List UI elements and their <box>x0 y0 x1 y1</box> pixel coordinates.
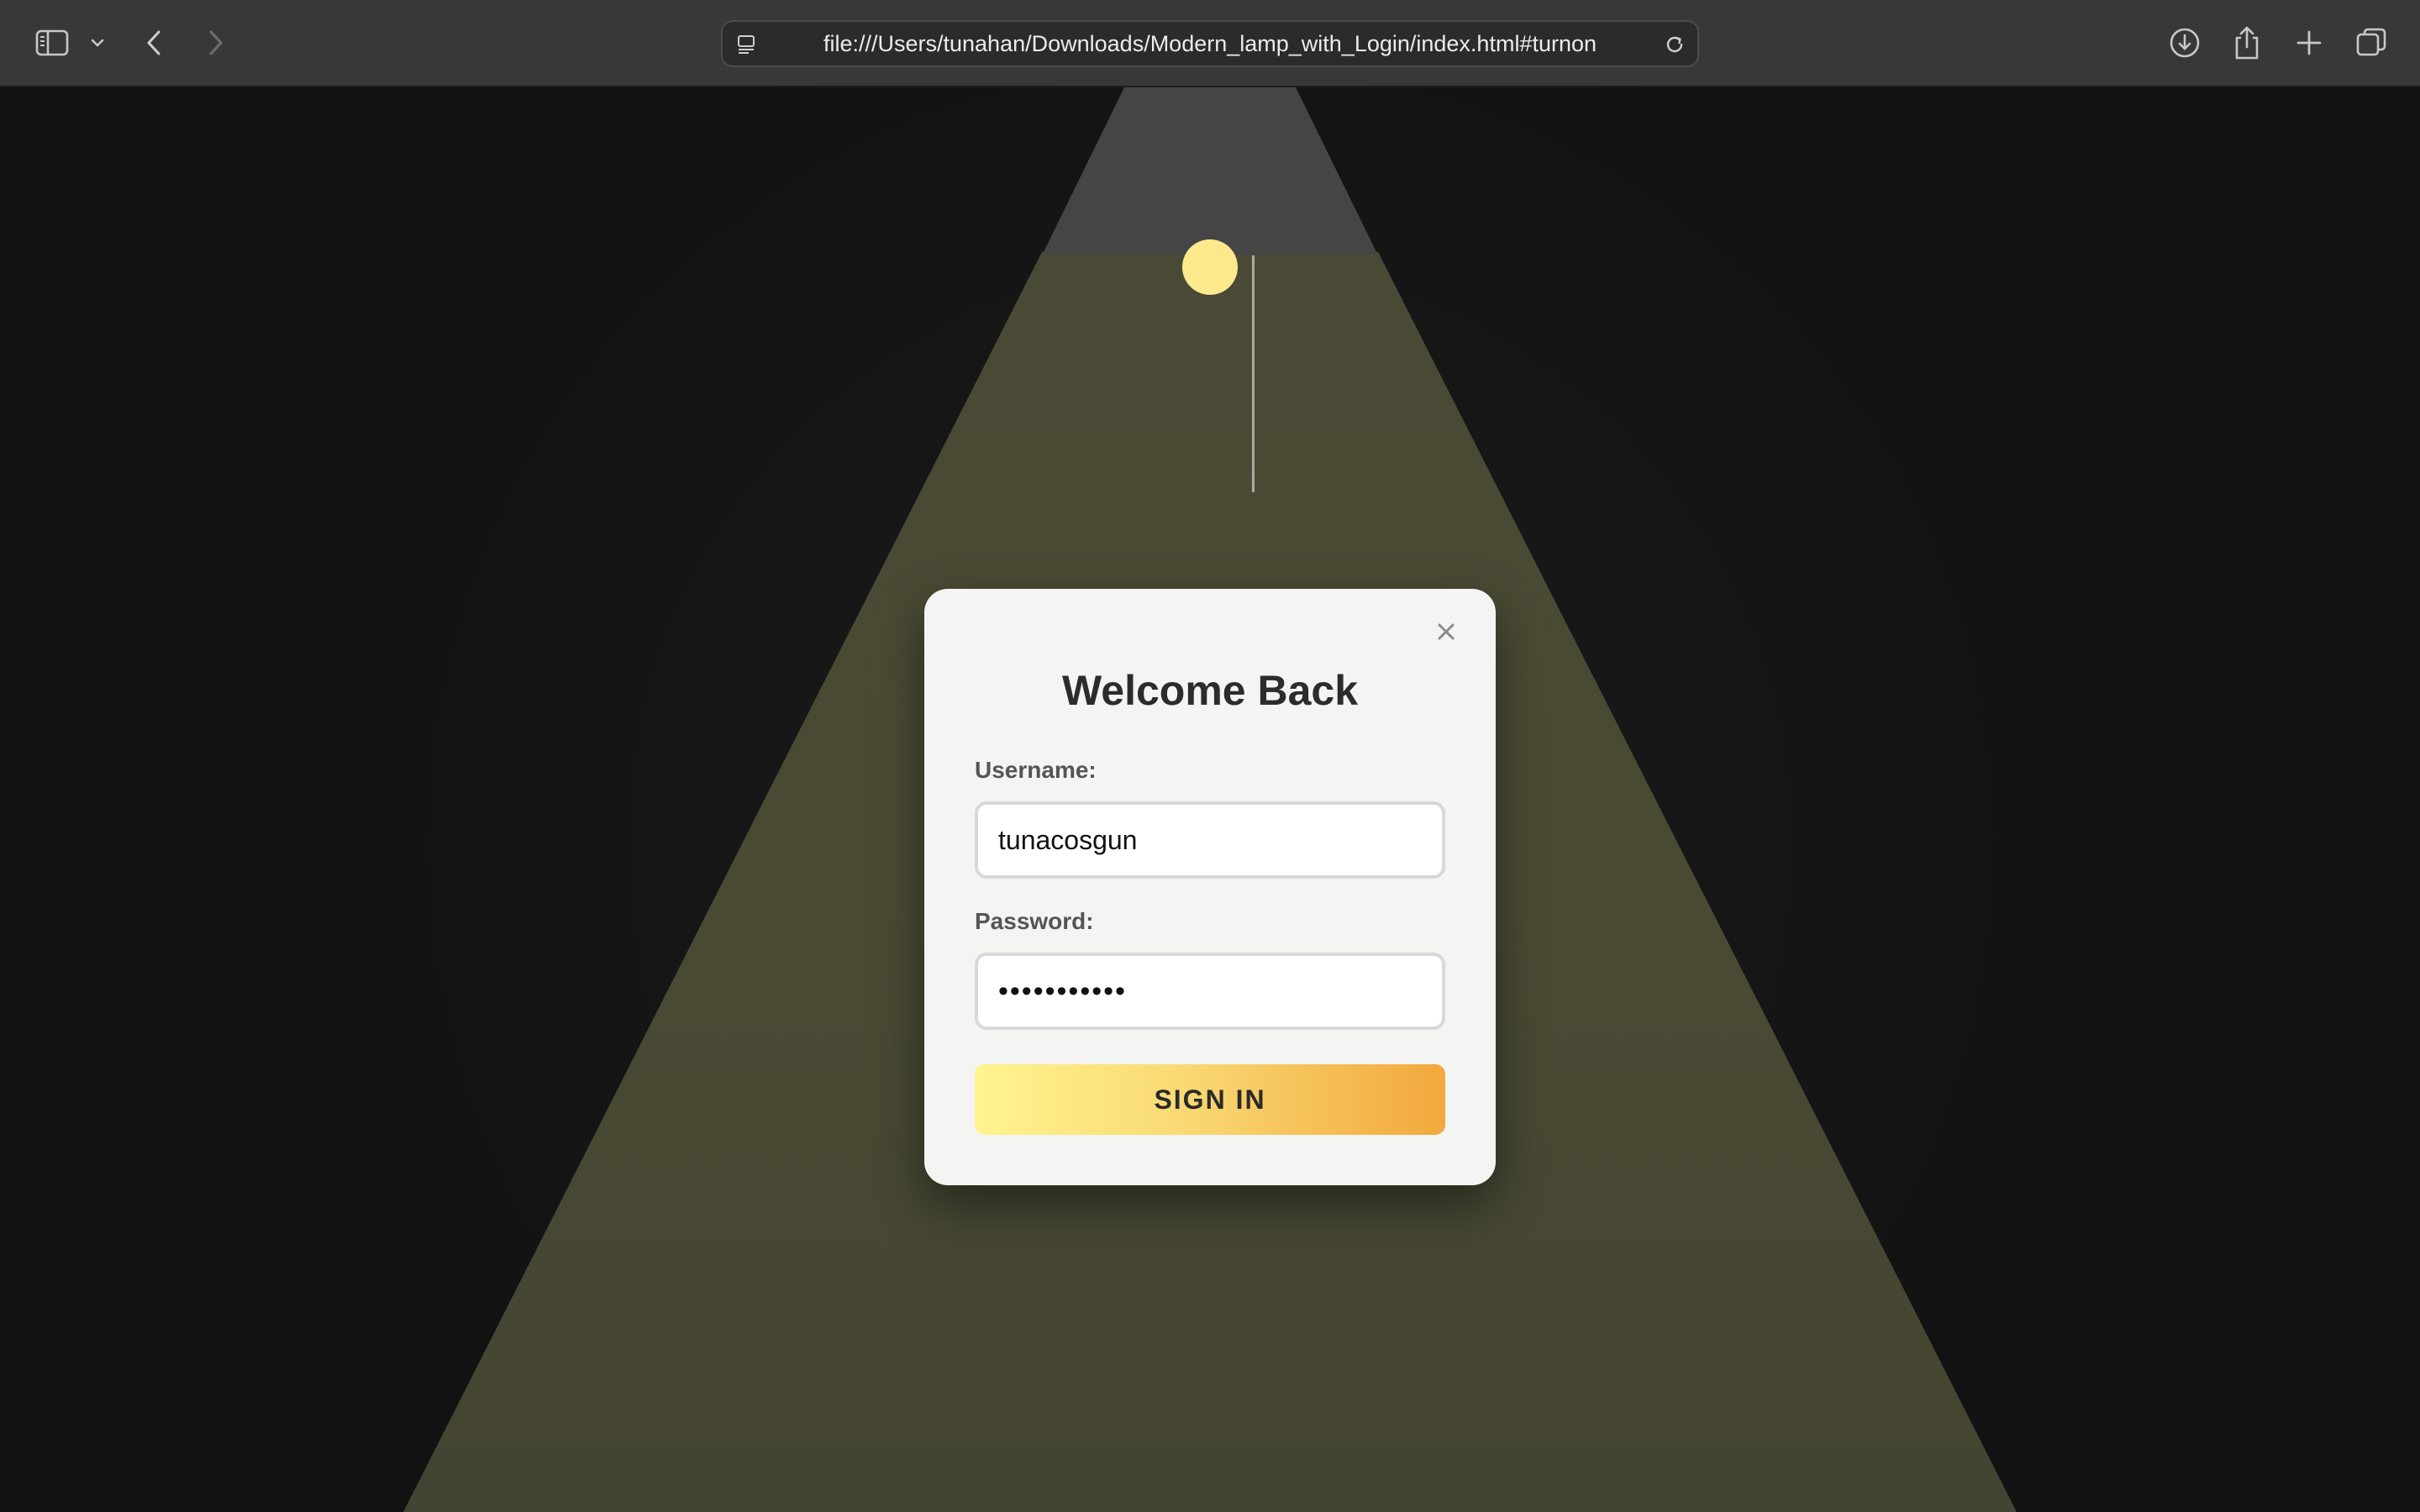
downloads-button[interactable] <box>2161 18 2208 67</box>
share-button[interactable] <box>2223 18 2270 67</box>
close-button[interactable] <box>1428 614 1464 649</box>
lamp-pull-cord[interactable] <box>1252 255 1255 492</box>
chevron-left-icon <box>147 30 160 55</box>
reload-icon[interactable] <box>1660 30 1689 59</box>
chevron-right-icon <box>209 30 223 55</box>
download-icon <box>2170 28 2200 58</box>
lamp-shade <box>1042 87 1378 255</box>
tab-overview-button[interactable] <box>2348 18 2395 67</box>
back-button[interactable] <box>133 18 175 67</box>
url-text[interactable]: file:///Users/tunahan/Downloads/Modern_l… <box>773 22 1647 66</box>
browser-toolbar: file:///Users/tunahan/Downloads/Modern_l… <box>0 0 2420 87</box>
new-tab-button[interactable] <box>2286 18 2333 67</box>
page-viewport: Welcome Back Username: Password: SIGN IN <box>0 87 2420 1512</box>
close-icon <box>1438 623 1455 640</box>
password-input[interactable] <box>975 953 1445 1030</box>
username-input[interactable] <box>975 801 1445 879</box>
login-card: Welcome Back Username: Password: SIGN IN <box>924 589 1496 1185</box>
sign-in-button[interactable]: SIGN IN <box>975 1064 1445 1135</box>
plus-icon <box>2296 30 2322 55</box>
tabs-icon <box>2356 28 2386 56</box>
share-icon <box>2235 26 2259 60</box>
username-label: Username: <box>975 757 1097 783</box>
address-bar[interactable]: file:///Users/tunahan/Downloads/Modern_l… <box>721 20 1699 67</box>
sidebar-menu-button[interactable] <box>81 18 114 67</box>
sidebar-toggle-button[interactable] <box>29 18 76 67</box>
page-format-icon[interactable] <box>734 32 760 57</box>
forward-button[interactable] <box>195 18 237 67</box>
password-label: Password: <box>975 908 1094 934</box>
app-window: file:///Users/tunahan/Downloads/Modern_l… <box>0 0 2420 1512</box>
login-title: Welcome Back <box>1061 667 1359 714</box>
sidebar-icon <box>35 29 69 56</box>
chevron-down-icon <box>91 39 104 47</box>
lamp-bulb[interactable] <box>1182 239 1238 295</box>
